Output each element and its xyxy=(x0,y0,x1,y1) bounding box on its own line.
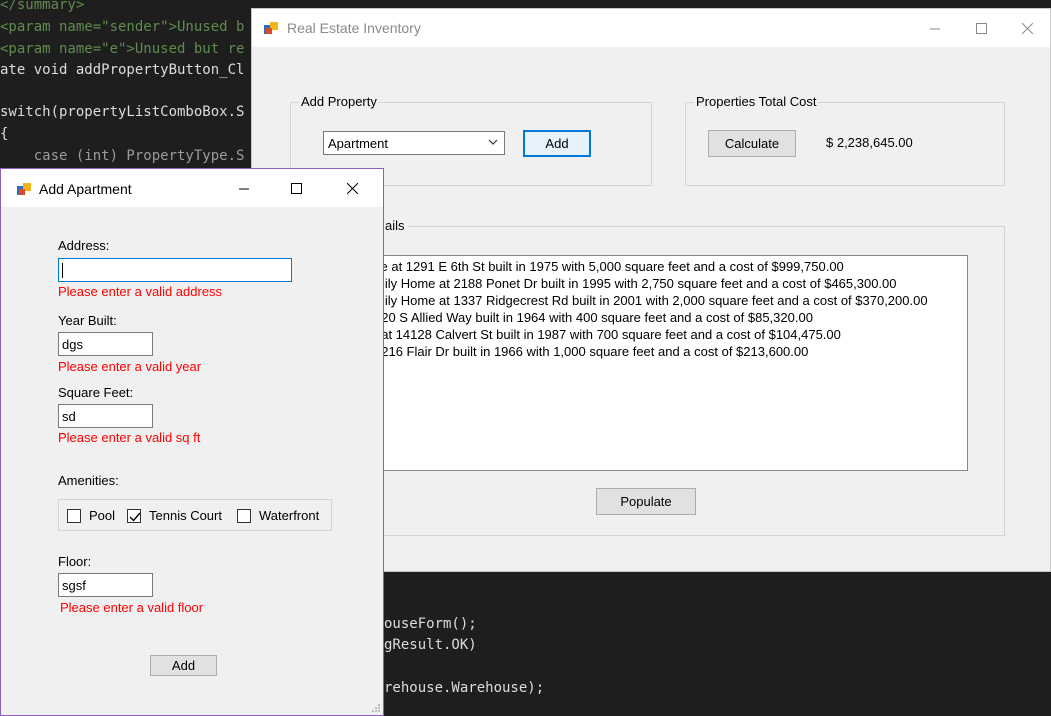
list-item[interactable]: mily Home at 1337 Ridgecrest Rd built in… xyxy=(374,292,967,309)
sqft-error: Please enter a valid sq ft xyxy=(58,430,201,445)
chevron-down-icon xyxy=(488,139,498,145)
tennis-court-label[interactable]: Tennis Court xyxy=(149,508,222,523)
calculate-button[interactable]: Calculate xyxy=(708,130,796,157)
add-apartment-button[interactable]: Add xyxy=(150,655,217,676)
address-input[interactable] xyxy=(58,258,292,282)
properties-listbox[interactable]: se at 1291 E 6th St built in 1975 with 5… xyxy=(373,255,968,471)
code-line: { xyxy=(0,126,9,142)
code-line: <param name="sender">Unused b xyxy=(0,19,245,35)
sqft-label: Square Feet: xyxy=(58,385,134,400)
floor-error: Please enter a valid floor xyxy=(60,600,204,615)
populate-button[interactable]: Populate xyxy=(596,488,696,515)
minimize-icon xyxy=(238,188,249,189)
close-button[interactable] xyxy=(1004,9,1050,47)
sqft-input[interactable]: sd xyxy=(58,404,153,428)
list-item[interactable]: t at 14128 Calvert St built in 1987 with… xyxy=(374,326,967,343)
resize-grip-icon[interactable] xyxy=(371,703,381,713)
code-line: gResult.OK) xyxy=(384,637,477,653)
sqft-value: sd xyxy=(62,409,76,424)
close-icon xyxy=(346,182,358,194)
year-label: Year Built: xyxy=(58,313,117,328)
address-label: Address: xyxy=(58,238,110,253)
app-icon xyxy=(17,183,31,195)
minimize-icon xyxy=(929,28,940,29)
combo-value: Apartment xyxy=(328,136,388,151)
address-error: Please enter a valid address xyxy=(58,284,223,299)
list-item[interactable]: 9216 Flair Dr built in 1966 with 1,000 s… xyxy=(374,343,967,360)
maximize-button[interactable] xyxy=(273,169,319,207)
year-input[interactable]: dgs xyxy=(58,332,153,356)
text-caret xyxy=(62,263,63,278)
floor-value: sgsf xyxy=(62,578,86,593)
list-item[interactable]: mily Home at 2188 Ponet Dr built in 1995… xyxy=(374,275,967,292)
details-group: ails se at 1291 E 6th St built in 1975 w… xyxy=(372,218,1005,536)
year-value: dgs xyxy=(62,337,83,352)
floor-input[interactable]: sgsf xyxy=(58,573,153,597)
year-error: Please enter a valid year xyxy=(58,359,202,374)
waterfront-checkbox[interactable] xyxy=(237,509,251,523)
code-line: case (int) PropertyType.S xyxy=(0,148,245,164)
code-line: </summary> xyxy=(0,0,85,13)
minimize-button[interactable] xyxy=(912,9,958,47)
tennis-court-checkbox[interactable] xyxy=(127,509,141,523)
pool-checkbox[interactable] xyxy=(67,509,81,523)
total-cost-value: $ 2,238,645.00 xyxy=(826,135,913,150)
group-label: Add Property xyxy=(299,94,379,109)
add-property-button[interactable]: Add xyxy=(523,130,591,157)
amenities-group: Pool Tennis Court Waterfront xyxy=(58,499,332,531)
add-apartment-dialog: Add Apartment Address: Please enter a va… xyxy=(0,168,384,716)
total-cost-group: Properties Total Cost Calculate $ 2,238,… xyxy=(685,94,1005,186)
title-bar[interactable]: Real Estate Inventory xyxy=(252,9,1050,47)
waterfront-label[interactable]: Waterfront xyxy=(259,508,319,523)
code-line: ate void addPropertyButton_Cl xyxy=(0,62,245,78)
code-line: rehouse.Warehouse); xyxy=(384,680,545,696)
close-icon xyxy=(1021,22,1033,34)
dialog-title: Add Apartment xyxy=(39,181,132,197)
code-line: ouseForm(); xyxy=(384,616,477,632)
check-icon xyxy=(129,512,141,522)
amenities-label: Amenities: xyxy=(58,473,119,488)
property-type-combo[interactable]: Apartment xyxy=(323,131,505,155)
group-label: Properties Total Cost xyxy=(694,94,819,109)
floor-label: Floor: xyxy=(58,554,92,569)
title-bar[interactable]: Add Apartment xyxy=(1,169,383,207)
app-icon xyxy=(264,22,278,34)
maximize-icon xyxy=(290,182,302,194)
pool-label[interactable]: Pool xyxy=(89,508,115,523)
minimize-button[interactable] xyxy=(221,169,267,207)
code-line: switch(propertyListComboBox.S xyxy=(0,104,245,120)
code-line: <param name="e">Unused but re xyxy=(0,41,245,57)
list-item[interactable]: 720 S Allied Way built in 1964 with 400 … xyxy=(374,309,967,326)
maximize-icon xyxy=(975,22,987,34)
maximize-button[interactable] xyxy=(958,9,1004,47)
close-button[interactable] xyxy=(329,169,375,207)
group-label: ails xyxy=(383,218,407,233)
window-title: Real Estate Inventory xyxy=(287,20,421,36)
list-item[interactable]: se at 1291 E 6th St built in 1975 with 5… xyxy=(374,258,967,275)
